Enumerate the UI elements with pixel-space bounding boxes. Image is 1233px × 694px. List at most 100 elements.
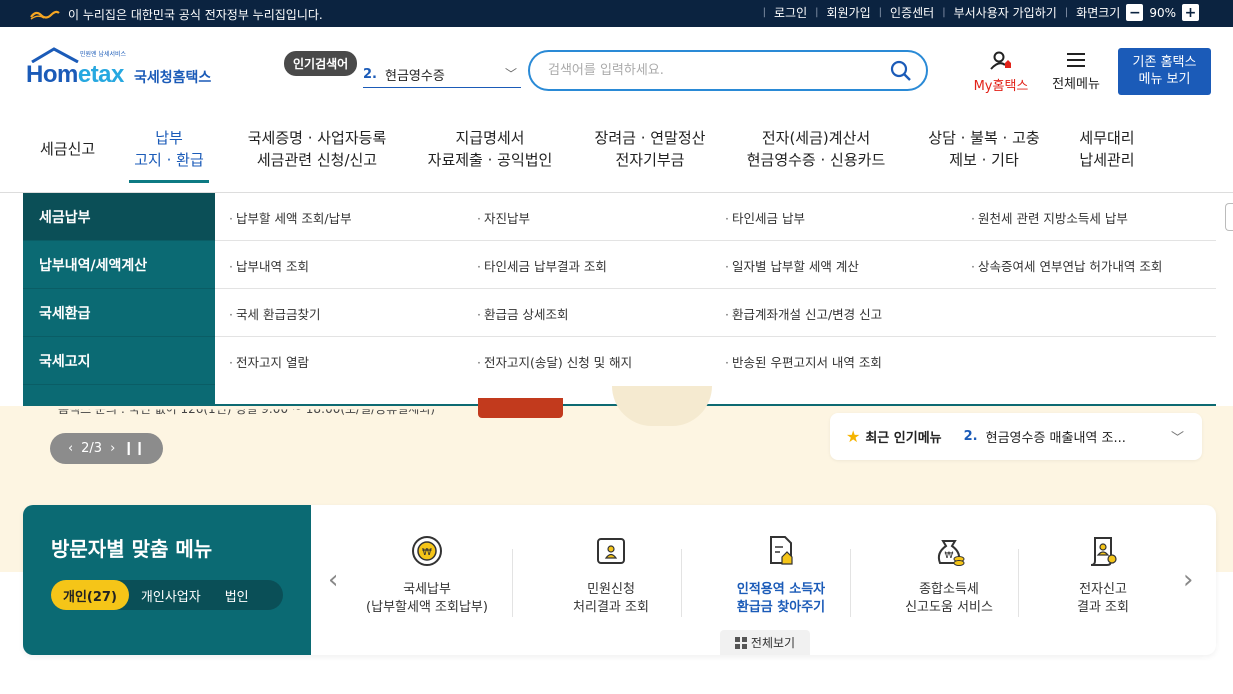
mega-link[interactable]: 납부내역 조회 (229, 256, 309, 275)
gnb-tax-agent[interactable]: 세무대리 납세관리 (1072, 127, 1142, 171)
mega-link[interactable]: 전자고지(송달) 신청 및 해지 (477, 352, 632, 371)
quick-refund-finder[interactable]: 인적용역 소득자 환급금 찾아주기 (697, 533, 865, 617)
search-input[interactable] (548, 63, 878, 78)
mega-link[interactable]: 타인세금 납부 (725, 208, 805, 227)
view-all-button[interactable]: 전체보기 (720, 630, 810, 655)
dept-user-signup-link[interactable]: 부서사용자 가입하기 (954, 4, 1057, 21)
gnb-label: 고지 · 환급 (134, 151, 204, 169)
chevron-down-icon: ﹀ (1170, 431, 1184, 446)
banner-pager: ‹ 2/3 › ❙❙ (50, 433, 163, 464)
quick-e-filing-result[interactable]: 전자신고 결과 조회 (1019, 533, 1187, 617)
all-menu-button[interactable]: 전체메뉴 (1046, 51, 1106, 92)
gnb-consulting[interactable]: 상담 · 불복 · 고충 제보 · 기타 (920, 127, 1048, 171)
popular-term: 현금영수증 (384, 68, 445, 84)
popular-search-select[interactable]: 2. 현금영수증 ﹀ (363, 61, 521, 88)
view-all-label: 전체보기 (750, 636, 796, 650)
recent-item: 현금영수증 매출내역 조... (985, 431, 1126, 446)
search-icon[interactable] (890, 60, 912, 82)
cert-center-link[interactable]: 인증센터 (890, 4, 934, 21)
gov-bar: 이 누리집은 대한민국 공식 전자정부 누리집입니다. | 로그인 | 회원가입… (0, 0, 1233, 27)
gnb-incentive[interactable]: 장려금 · 연말정산 전자기부금 (588, 127, 712, 171)
gnb-payment-refund[interactable]: 납부고지 · 환급 (129, 127, 209, 183)
banner-detail-button[interactable] (478, 398, 563, 418)
mega-link[interactable]: 전자고지 열람 (229, 352, 309, 371)
mega-link[interactable]: 환급금 상세조회 (477, 304, 568, 323)
visitor-menu-title: 방문자별 맞춤 메뉴 (51, 537, 213, 561)
mega-link[interactable]: 반송된 우편고지서 내역 조회 (725, 352, 882, 371)
gnb-tax-return[interactable]: 세금신고 (40, 138, 95, 160)
section-refund[interactable]: 국세환급 (23, 289, 215, 337)
mega-link[interactable]: 납부할 세액 조회/납부 (229, 208, 352, 227)
mega-link[interactable]: 원천세 관련 지방소득세 납부 (971, 208, 1128, 227)
gnb-label: 전자(세금)계산서 (761, 129, 871, 147)
quick-label: 종합소득세 (919, 582, 979, 597)
recent-title: 최근 인기메뉴 (865, 431, 942, 446)
tab-individual[interactable]: 개인(27) (51, 580, 129, 610)
gov-symbol-icon (30, 10, 60, 20)
quick-label: 처리결과 조회 (573, 600, 649, 615)
logo-tagline: 민원엔 납세서비스 (80, 51, 127, 58)
section-tax-payment[interactable]: 세금납부 (23, 193, 215, 241)
gnb-label: 세금신고 (40, 140, 96, 158)
mega-link[interactable]: 일자별 납부할 세액 계산 (725, 256, 859, 275)
quick-civil-petition[interactable]: 민원신청 처리결과 조회 (527, 533, 695, 617)
mega-link[interactable]: 국세 환급금찾기 (229, 304, 320, 323)
visitor-menu-panel: 방문자별 맞춤 메뉴 개인(27) 개인사업자 법인 (23, 505, 311, 655)
gov-notice-text: 이 누리집은 대한민국 공식 전자정부 누리집입니다. (68, 8, 323, 22)
all-menu-label: 전체메뉴 (1052, 77, 1100, 92)
mega-link[interactable]: 타인세금 납부결과 조회 (477, 256, 607, 275)
star-icon: ★ (846, 427, 861, 446)
recent-rank: 2. (963, 429, 978, 444)
section-notice[interactable]: 국세고지 (23, 337, 215, 385)
gnb-certificate[interactable]: 국세증명 · 사업자등록 세금관련 신청/신고 (240, 127, 394, 171)
next-slide-button[interactable]: › (110, 441, 115, 456)
quick-label: 전자신고 (1079, 582, 1127, 597)
prev-slide-button[interactable]: ‹ (68, 441, 73, 456)
zoom-out-button[interactable]: − (1126, 4, 1144, 21)
banner-decoration (612, 386, 712, 426)
mega-row: 전자고지 열람 전자고지(송달) 신청 및 해지 반송된 우편고지서 내역 조회 (215, 337, 1216, 385)
main-navigation: 세금신고 납부고지 · 환급 국세증명 · 사업자등록 세금관련 신청/신고 지급… (0, 109, 1233, 193)
user-icon (990, 51, 1011, 70)
popular-search-badge: 인기검색어 (284, 51, 358, 76)
gnb-e-invoice[interactable]: 전자(세금)계산서 현금영수증 · 신용카드 (740, 127, 892, 171)
mega-link[interactable]: 환급계좌개설 신고/변경 신고 (725, 304, 882, 323)
section-payment-history[interactable]: 납부내역/세액계산 (23, 241, 215, 289)
gnb-label: 납부 (155, 129, 183, 147)
logo-wordmark-a: Hom (26, 61, 78, 88)
my-hometax-label: My홈택스 (973, 79, 1029, 94)
tab-sole-proprietor[interactable]: 개인사업자 (129, 580, 213, 610)
quick-label: 인적용역 소득자 (736, 582, 826, 597)
document-house-icon (770, 536, 793, 565)
mega-row: 국세 환급금찾기 환급금 상세조회 환급계좌개설 신고/변경 신고 (215, 289, 1216, 337)
mega-link[interactable]: 상속증여세 연부연납 허가내역 조회 (971, 256, 1162, 275)
signup-link[interactable]: 회원가입 (827, 4, 871, 21)
gnb-payment-statement[interactable]: 지급명세서 자료제출 · 공익법인 (420, 127, 560, 171)
side-scroll-handle[interactable] (1225, 203, 1233, 231)
quick-label: 민원신청 (587, 582, 635, 597)
hometax-logo[interactable]: 민원엔 납세서비스 Hometax 국세청홈택스 (24, 47, 224, 93)
tab-corporation[interactable]: 법인 (213, 580, 261, 610)
quick-label: 환급금 찾아주기 (736, 600, 826, 615)
recent-popular-menu[interactable]: ★ 최근 인기메뉴 2. 현금영수증 매출내역 조... ﹀ (830, 413, 1202, 460)
hamburger-icon (1067, 53, 1085, 67)
divider (850, 549, 851, 617)
svg-text:₩: ₩ (945, 551, 954, 561)
header: 민원엔 납세서비스 Hometax 국세청홈택스 인기검색어 2. 현금영수증 … (0, 27, 1233, 109)
pause-button[interactable]: ❙❙ (123, 441, 145, 456)
gnb-label: 국세증명 · 사업자등록 (247, 129, 387, 147)
old-hometax-menu-button[interactable]: 기존 홈택스 메뉴 보기 (1118, 48, 1211, 95)
gnb-label: 납세관리 (1079, 151, 1135, 169)
quick-income-tax-help[interactable]: ₩ 종합소득세 신고도움 서비스 (865, 533, 1033, 617)
quick-tax-payment[interactable]: ₩ 국세납부 (납부할세액 조회납부) (343, 533, 511, 617)
login-link[interactable]: 로그인 (774, 4, 807, 21)
gnb-label: 전자기부금 (615, 151, 685, 169)
money-bag-icon: ₩ (937, 540, 965, 566)
my-hometax-button[interactable]: My홈택스 (968, 51, 1034, 94)
svg-text:₩: ₩ (422, 547, 432, 558)
divider (512, 549, 513, 617)
mega-link[interactable]: 자진납부 (477, 208, 530, 227)
gnb-label: 상담 · 불복 · 고충 (928, 129, 1040, 147)
zoom-in-button[interactable]: + (1182, 4, 1199, 21)
chevron-left-icon[interactable]: ‹ (328, 565, 338, 595)
